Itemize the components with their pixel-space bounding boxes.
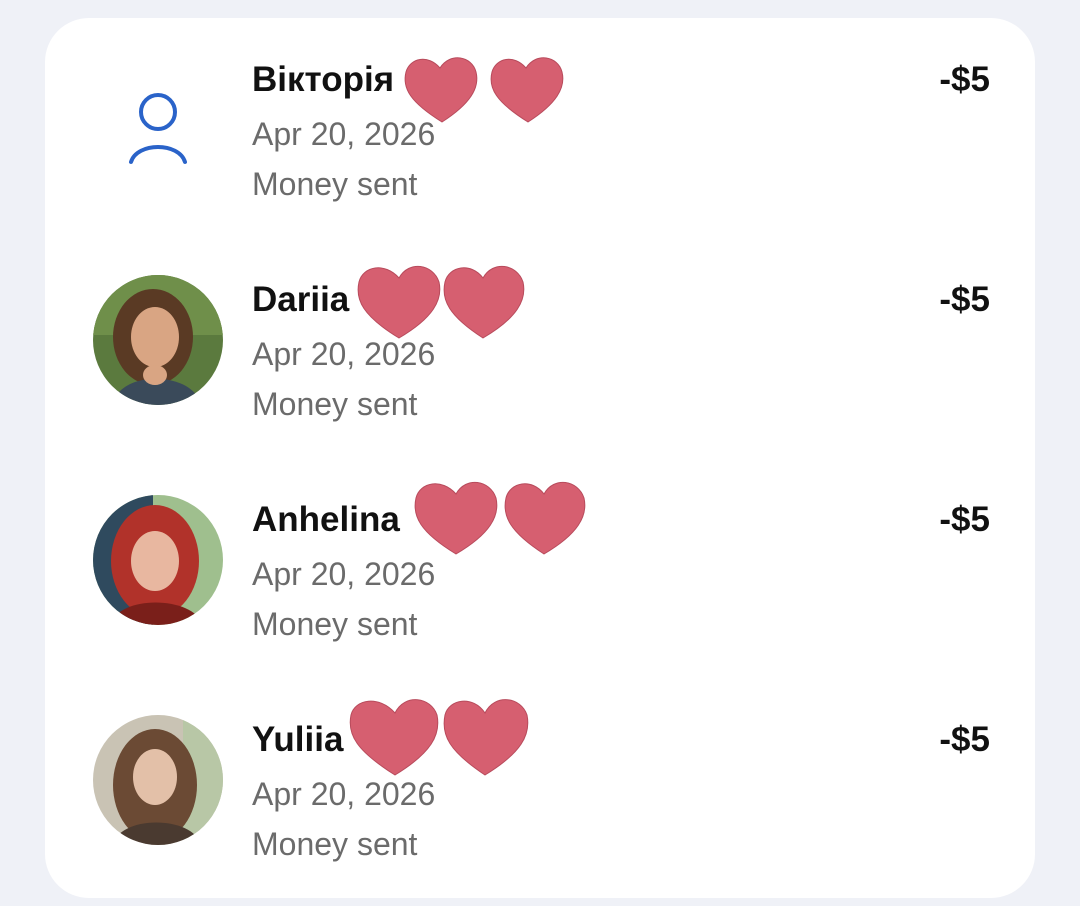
transaction-amount: -$5 — [939, 500, 990, 539]
profile-photo — [93, 715, 223, 845]
avatar — [93, 495, 223, 625]
avatar — [93, 275, 223, 405]
recipient-name: Dariia — [252, 280, 350, 319]
heart-stickers-icon — [349, 699, 529, 776]
transaction-date: Apr 20, 2026 — [252, 776, 436, 812]
transaction-date: Apr 20, 2026 — [252, 336, 436, 372]
recipient-name: Вікторія — [252, 60, 395, 99]
transaction-status: Money sent — [252, 386, 418, 422]
transaction-row[interactable]: Anhelina Apr 20, 2026 Money sent -$5 — [45, 458, 1035, 668]
transaction-date: Apr 20, 2026 — [252, 116, 436, 152]
transaction-amount: -$5 — [939, 720, 990, 759]
transaction-row[interactable]: Dariia Apr 20, 2026 Money sent -$5 — [45, 238, 1035, 448]
heart-stickers-icon — [414, 482, 586, 555]
transaction-row[interactable]: Yuliia Apr 20, 2026 Money sent -$5 — [45, 678, 1035, 888]
avatar — [93, 56, 223, 186]
transaction-amount: -$5 — [939, 60, 990, 99]
transaction-date: Apr 20, 2026 — [252, 556, 436, 592]
transaction-status: Money sent — [252, 826, 418, 862]
transaction-amount: -$5 — [939, 280, 990, 319]
recipient-name: Anhelina — [252, 500, 400, 539]
heart-stickers-icon — [357, 266, 525, 339]
avatar — [93, 715, 223, 845]
transactions-card: Вікторія Apr 20, 2026 Money sent -$5 Dar… — [45, 18, 1035, 898]
recipient-name: Yuliia — [252, 720, 344, 759]
transaction-status: Money sent — [252, 166, 418, 202]
transaction-row[interactable]: Вікторія Apr 20, 2026 Money sent -$5 — [45, 18, 1035, 228]
profile-photo — [93, 495, 223, 625]
profile-photo — [93, 275, 223, 405]
transaction-status: Money sent — [252, 606, 418, 642]
person-outline-icon — [129, 93, 187, 164]
